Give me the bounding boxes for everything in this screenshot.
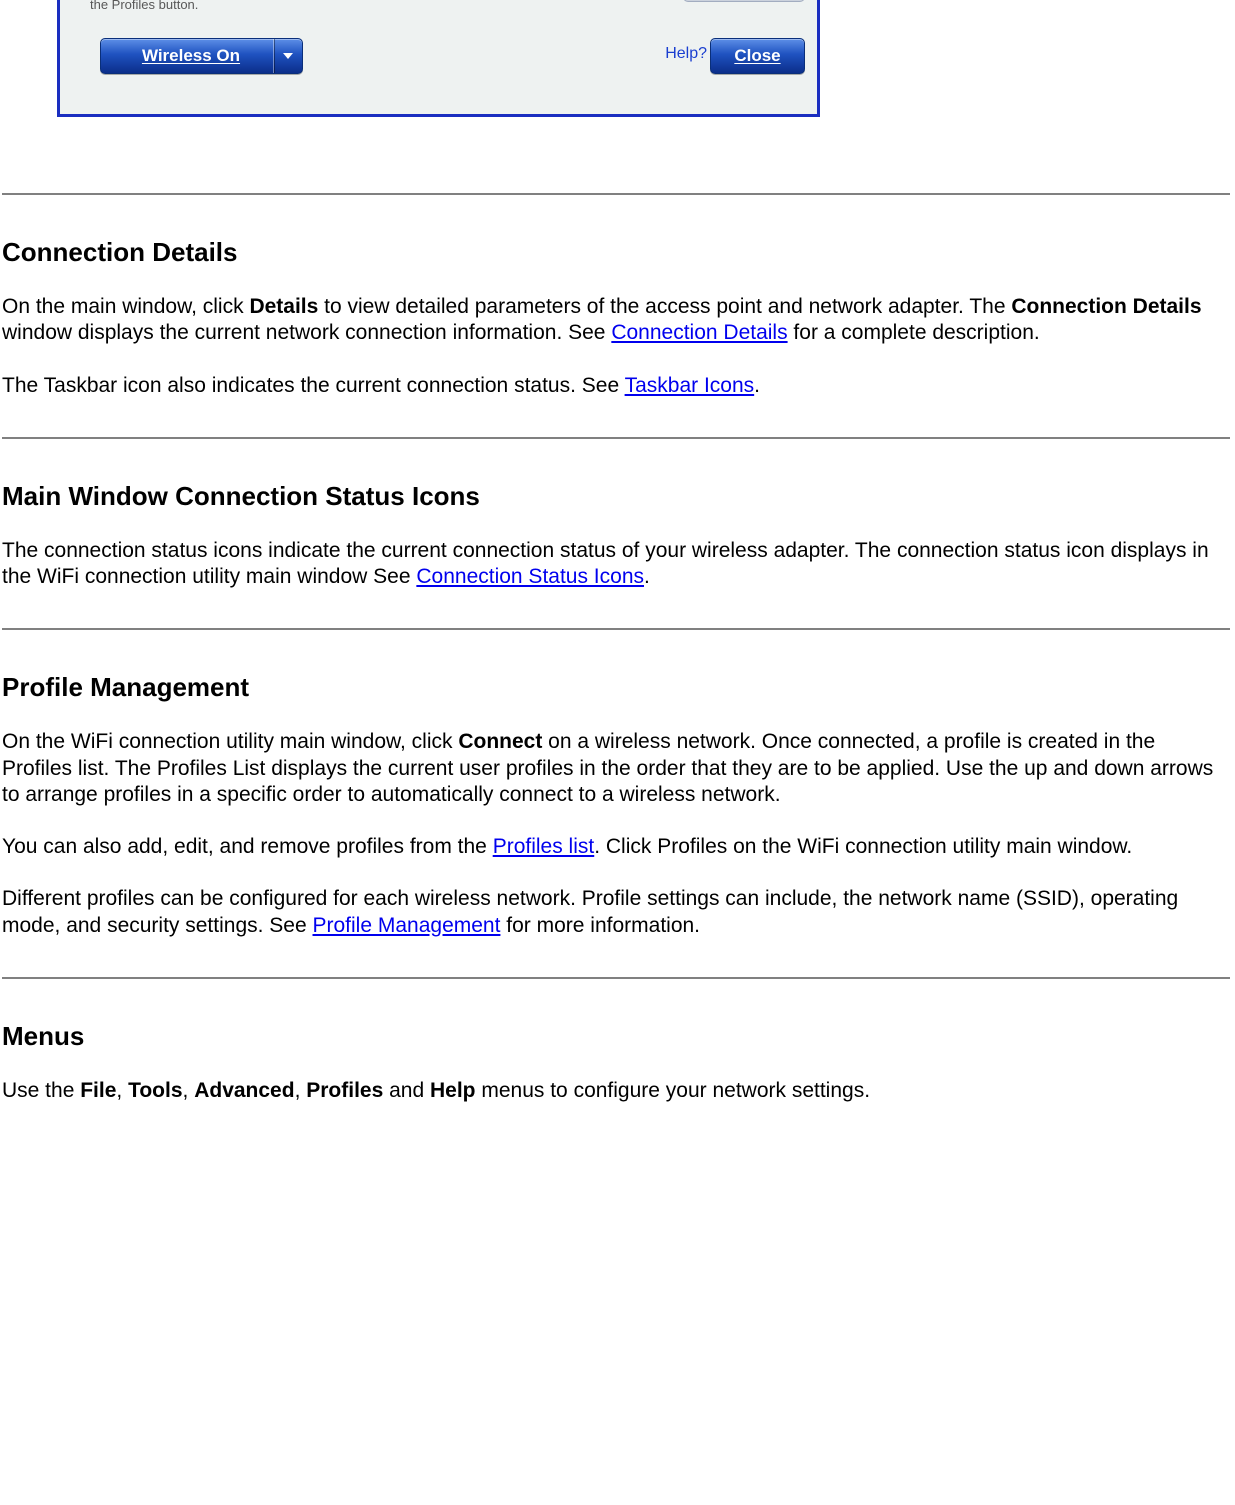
paragraph: On the WiFi connection utility main wind… [2,729,1230,808]
wireless-on-label: Wireless On [101,46,273,66]
close-button[interactable]: Close [710,38,805,74]
divider [2,628,1230,630]
heading-menus: Menus [2,1021,1230,1052]
chevron-down-icon[interactable] [274,52,302,60]
link-profile-management[interactable]: Profile Management [313,914,501,937]
link-connection-details[interactable]: Connection Details [611,321,787,344]
close-button-label: Close [734,46,780,66]
heading-profile-management: Profile Management [2,672,1230,703]
link-taskbar-icons[interactable]: Taskbar Icons [625,374,755,397]
link-connection-status-icons[interactable]: Connection Status Icons [416,565,644,588]
divider [2,437,1230,439]
wireless-on-button[interactable]: Wireless On [100,38,303,74]
disabled-button-fragment [683,0,805,2]
divider [2,193,1230,195]
paragraph: The connection status icons indicate the… [2,538,1230,591]
help-link[interactable]: Help? [665,45,707,63]
paragraph: You can also add, edit, and remove profi… [2,834,1230,860]
dialog-window: the Profiles button. Wireless On Help? C… [57,0,820,117]
paragraph: Use the File, Tools, Advanced, Profiles … [2,1078,1230,1104]
paragraph: Different profiles can be configured for… [2,886,1230,939]
heading-connection-details: Connection Details [2,237,1230,268]
dialog-hint-text: the Profiles button. [90,0,198,12]
link-profiles-list[interactable]: Profiles list [493,835,595,858]
paragraph: On the main window, click Details to vie… [2,294,1230,347]
divider [2,977,1230,979]
paragraph: The Taskbar icon also indicates the curr… [2,373,1230,399]
heading-status-icons: Main Window Connection Status Icons [2,481,1230,512]
